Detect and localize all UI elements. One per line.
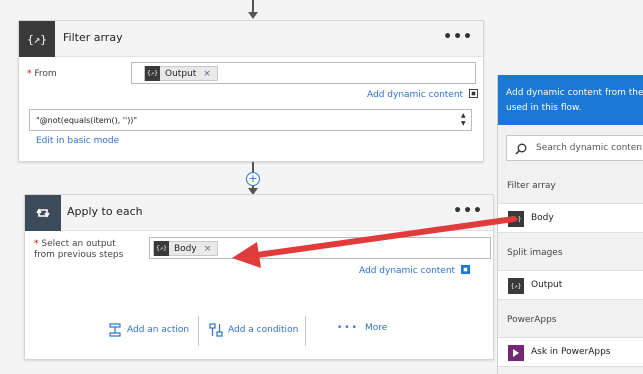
add-action-icon bbox=[109, 323, 121, 337]
select-output-label: * Select an output from previous steps bbox=[34, 239, 123, 261]
action-separator bbox=[198, 316, 199, 346]
required-mark: * bbox=[34, 239, 39, 249]
powerapps-icon bbox=[508, 345, 524, 361]
search-placeholder: Search dynamic conten bbox=[536, 143, 643, 153]
search-input[interactable]: Search dynamic conten bbox=[506, 135, 643, 161]
add-dynamic-content-link[interactable]: Add dynamic content bbox=[367, 89, 478, 100]
more-label: More bbox=[364, 323, 388, 333]
dynamic-item-output[interactable]: {↗} Output bbox=[498, 270, 643, 300]
add-dynamic-content-label: Add dynamic content bbox=[367, 90, 464, 100]
section-header-filter-array: Filter array bbox=[507, 181, 556, 191]
connector-line-upper bbox=[252, 162, 254, 172]
add-action-button[interactable]: Add an action bbox=[108, 323, 189, 337]
condition-icon bbox=[209, 323, 223, 337]
dynamic-item-label: Output bbox=[531, 280, 563, 290]
ellipsis-icon: ••• bbox=[337, 323, 359, 333]
add-condition-button[interactable]: Add a condition bbox=[209, 323, 298, 337]
from-label: * From bbox=[27, 69, 57, 80]
top-arrow-icon bbox=[248, 12, 258, 19]
more-button[interactable]: ••• More bbox=[337, 323, 387, 333]
output-token-label: Output bbox=[165, 68, 197, 79]
loop-glyph-icon bbox=[36, 208, 50, 218]
add-condition-label: Add a condition bbox=[228, 325, 299, 335]
filter-token-icon: {↗} bbox=[145, 66, 160, 81]
apply-to-each-menu-button[interactable]: ••• bbox=[453, 203, 483, 219]
filter-token-icon: {↗} bbox=[154, 241, 169, 256]
expression-field[interactable]: "@not(equals(item(), ''))" ▲ ▼ bbox=[29, 109, 472, 131]
body-token-label: Body bbox=[174, 243, 197, 254]
add-dynamic-content-link[interactable]: Add dynamic content bbox=[359, 265, 470, 276]
powerapps-glyph-icon bbox=[513, 349, 519, 357]
dynamic-item-body[interactable]: {↗} Body bbox=[498, 203, 643, 233]
from-field[interactable]: {↗} Output × bbox=[131, 62, 476, 84]
filter-array-menu-button[interactable]: ••• bbox=[443, 29, 473, 45]
edit-basic-mode-link[interactable]: Edit in basic mode bbox=[36, 136, 119, 146]
add-dynamic-content-label: Add dynamic content bbox=[359, 266, 456, 276]
apply-to-each-header[interactable]: Apply to each ••• bbox=[25, 195, 493, 231]
panel-header-line2: used in this flow. bbox=[506, 103, 582, 113]
section-header-split-images: Split images bbox=[507, 248, 563, 258]
section-header-powerapps: PowerApps bbox=[507, 315, 557, 325]
expression-spinner-icon[interactable]: ▲ ▼ bbox=[461, 112, 469, 128]
required-mark: * bbox=[27, 69, 32, 79]
select-output-label-line1: Select an output bbox=[41, 239, 116, 249]
dynamic-item-ask-in-powerapps[interactable]: Ask in PowerApps bbox=[498, 337, 643, 367]
filter-array-icon: {↗} bbox=[508, 211, 524, 227]
filter-array-card: {↗} Filter array ••• * From {↗} Output ×… bbox=[18, 20, 484, 162]
filter-array-header[interactable]: {↗} Filter array ••• bbox=[19, 21, 483, 57]
remove-token-icon[interactable]: × bbox=[203, 69, 211, 79]
apply-to-each-title: Apply to each bbox=[67, 205, 143, 218]
output-token[interactable]: {↗} Output × bbox=[144, 66, 218, 81]
search-icon bbox=[515, 143, 527, 155]
dynamic-item-label: Body bbox=[531, 213, 554, 223]
expression-text: "@not(equals(item(), ''))" bbox=[36, 116, 138, 125]
action-separator bbox=[305, 316, 306, 346]
dynamic-item-label: Ask in PowerApps bbox=[531, 347, 611, 357]
select-output-field[interactable]: {↗} Body × bbox=[149, 237, 491, 259]
select-output-label-line2: from previous steps bbox=[34, 250, 124, 260]
remove-token-icon[interactable]: × bbox=[204, 244, 212, 254]
add-action-label: Add an action bbox=[127, 325, 190, 335]
flow-designer-canvas: {↗} Filter array ••• * From {↗} Output ×… bbox=[0, 0, 643, 374]
insert-step-button[interactable]: + bbox=[246, 172, 260, 186]
compose-icon: {↗} bbox=[508, 278, 524, 294]
body-token[interactable]: {↗} Body × bbox=[153, 241, 219, 256]
filter-array-title: Filter array bbox=[63, 31, 123, 44]
loop-icon bbox=[25, 195, 61, 231]
dynamic-content-icon bbox=[468, 89, 478, 98]
dynamic-content-panel: Add dynamic content from the used in thi… bbox=[497, 75, 643, 374]
panel-header-line1: Add dynamic content from the bbox=[506, 88, 643, 98]
panel-header: Add dynamic content from the used in thi… bbox=[498, 75, 643, 125]
dynamic-content-icon bbox=[460, 265, 470, 274]
filter-array-icon: {↗} bbox=[19, 21, 55, 57]
from-label-text: From bbox=[34, 69, 57, 79]
